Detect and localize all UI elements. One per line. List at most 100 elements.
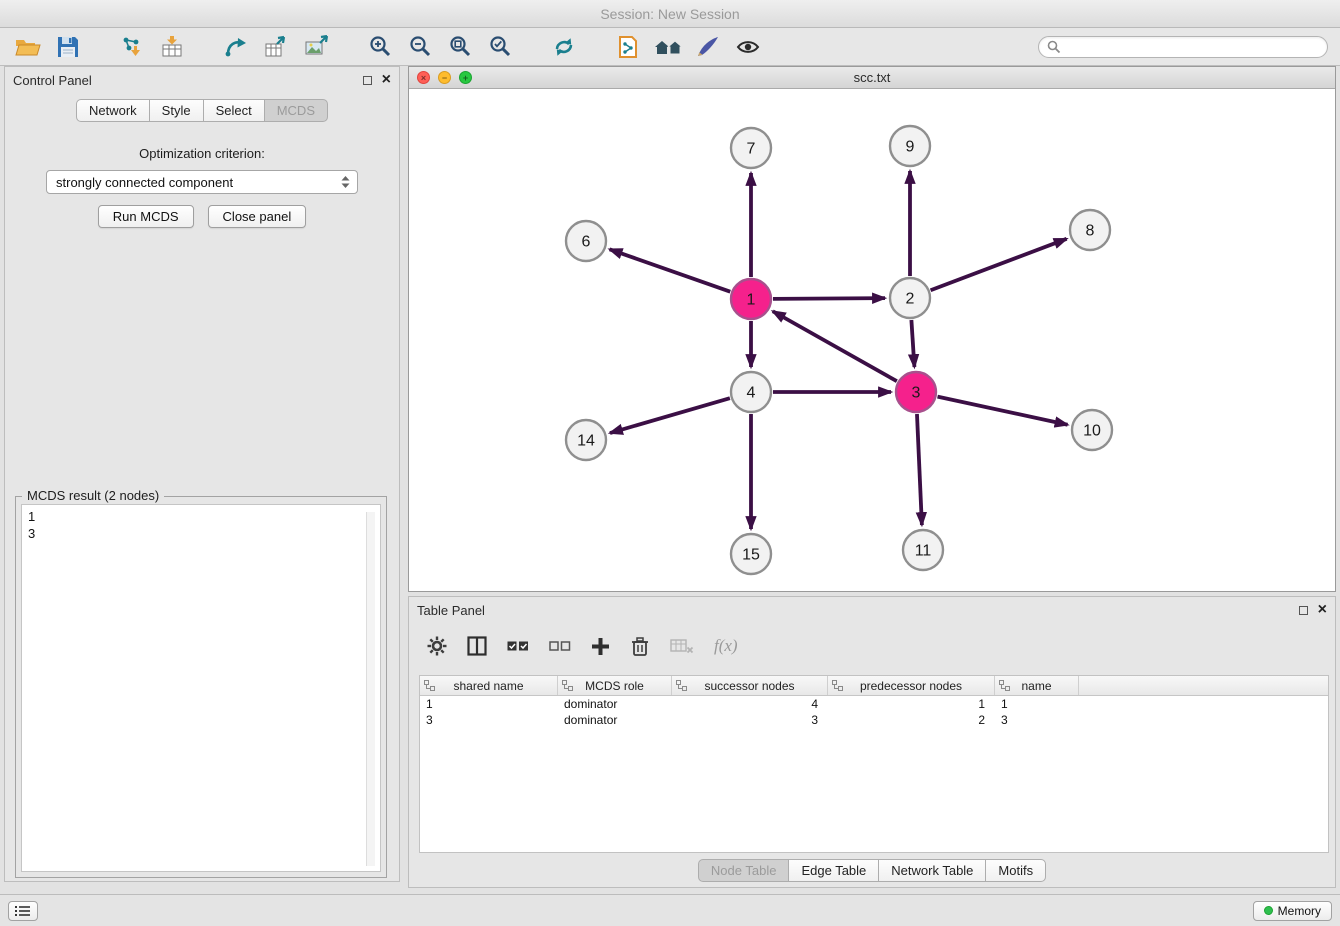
open-file-icon[interactable] (12, 32, 44, 62)
apply-style-icon[interactable] (692, 32, 724, 62)
mac-close-icon[interactable]: × (417, 71, 430, 84)
search-icon (1047, 40, 1061, 54)
tab-style[interactable]: Style (149, 99, 204, 122)
float-panel-icon[interactable] (363, 76, 372, 85)
cell-shared-name[interactable]: 1 (420, 696, 558, 712)
run-mcds-button[interactable]: Run MCDS (98, 205, 194, 228)
zoom-fit-icon[interactable] (444, 32, 476, 62)
cell-shared-name[interactable]: 3 (420, 712, 558, 728)
tab-network-table[interactable]: Network Table (878, 859, 986, 882)
node-1[interactable]: 1 (731, 279, 771, 319)
table-row[interactable]: 1 dominator 4 1 1 (420, 696, 1328, 712)
task-history-button[interactable] (8, 901, 38, 921)
node-15[interactable]: 15 (731, 534, 771, 574)
criterion-dropdown[interactable]: strongly connected component (46, 170, 358, 194)
network-window-titlebar: × − + scc.txt (409, 67, 1335, 89)
node-11[interactable]: 11 (903, 530, 943, 570)
node-3[interactable]: 3 (896, 372, 936, 412)
column-header-shared-name[interactable]: shared name (420, 676, 558, 695)
status-bar: Memory (0, 894, 1340, 926)
search-input[interactable] (1066, 39, 1319, 54)
zoom-out-icon[interactable] (404, 32, 436, 62)
edge-2-3[interactable] (911, 320, 914, 367)
node-4[interactable]: 4 (731, 372, 771, 412)
show-columns-icon[interactable] (467, 636, 487, 656)
control-panel-tabs: Network Style Select MCDS (5, 99, 399, 122)
cell-mcds-role[interactable]: dominator (558, 696, 672, 712)
result-line: 1 (28, 508, 374, 525)
tab-edge-table[interactable]: Edge Table (788, 859, 879, 882)
save-icon[interactable] (52, 32, 84, 62)
first-neighbors-icon[interactable] (652, 32, 684, 62)
cell-predecessor-nodes[interactable]: 2 (828, 712, 995, 728)
mcds-result-textarea[interactable]: 1 3 (21, 504, 381, 872)
clone-network-icon[interactable] (612, 32, 644, 62)
svg-text:8: 8 (1086, 223, 1095, 240)
apply-layout-icon[interactable] (548, 32, 580, 62)
node-8[interactable]: 8 (1070, 210, 1110, 250)
tab-network[interactable]: Network (76, 99, 150, 122)
control-panel-title: Control Panel (13, 73, 92, 88)
tab-motifs[interactable]: Motifs (985, 859, 1046, 882)
float-table-panel-icon[interactable] (1299, 606, 1308, 615)
network-window-title: scc.txt (854, 70, 891, 85)
result-line: 3 (28, 525, 374, 542)
memory-button[interactable]: Memory (1253, 901, 1332, 921)
eye-icon[interactable] (732, 32, 764, 62)
column-header-mcds-role[interactable]: MCDS role (558, 676, 672, 695)
node-9[interactable]: 9 (890, 126, 930, 166)
node-6[interactable]: 6 (566, 221, 606, 261)
svg-text:10: 10 (1083, 423, 1101, 440)
import-table-icon[interactable] (156, 32, 188, 62)
unselect-all-columns-icon[interactable] (549, 639, 571, 653)
table-settings-gear-icon[interactable] (427, 636, 447, 656)
close-table-panel-icon[interactable]: × (1318, 604, 1327, 616)
window-titlebar: Session: New Session (0, 0, 1340, 28)
control-panel-header: Control Panel × (5, 67, 399, 93)
dropdown-stepper-icon (340, 175, 351, 189)
svg-text:1: 1 (747, 292, 756, 309)
column-header-predecessor-nodes[interactable]: predecessor nodes (828, 676, 995, 695)
cell-successor-nodes[interactable]: 3 (672, 712, 828, 728)
result-scrollbar[interactable] (366, 512, 375, 866)
zoom-selected-icon[interactable] (484, 32, 516, 62)
tab-mcds[interactable]: MCDS (264, 99, 328, 122)
node-7[interactable]: 7 (731, 128, 771, 168)
cell-successor-nodes[interactable]: 4 (672, 696, 828, 712)
edge-1-6[interactable] (610, 249, 731, 291)
select-all-columns-icon[interactable] (507, 639, 529, 653)
zoom-in-icon[interactable] (364, 32, 396, 62)
cell-predecessor-nodes[interactable]: 1 (828, 696, 995, 712)
edge-3-11[interactable] (917, 414, 922, 525)
cell-name[interactable]: 3 (995, 712, 1079, 728)
edge-2-8[interactable] (931, 239, 1067, 290)
node-10[interactable]: 10 (1072, 410, 1112, 450)
export-table-icon[interactable] (260, 32, 292, 62)
import-network-icon[interactable] (116, 32, 148, 62)
cell-name[interactable]: 1 (995, 696, 1079, 712)
export-network-icon[interactable] (220, 32, 252, 62)
cell-mcds-role[interactable]: dominator (558, 712, 672, 728)
close-panel-icon[interactable]: × (382, 74, 391, 86)
mac-zoom-icon[interactable]: + (459, 71, 472, 84)
table-row[interactable]: 3 dominator 3 2 3 (420, 712, 1328, 728)
network-view-window: × − + scc.txt 7 9 6 8 1 2 4 3 14 10 15 11 (408, 66, 1336, 592)
tab-select[interactable]: Select (203, 99, 265, 122)
mac-minimize-icon[interactable]: − (438, 71, 451, 84)
delete-column-trash-icon[interactable] (630, 636, 650, 657)
edge-1-2[interactable] (773, 298, 885, 299)
column-header-name[interactable]: name (995, 676, 1079, 695)
edge-3-1[interactable] (773, 311, 897, 381)
node-2[interactable]: 2 (890, 278, 930, 318)
close-panel-button[interactable]: Close panel (208, 205, 307, 228)
export-image-icon[interactable] (300, 32, 332, 62)
edge-3-10[interactable] (938, 397, 1068, 425)
tab-node-table[interactable]: Node Table (698, 859, 790, 882)
node-14[interactable]: 14 (566, 420, 606, 460)
criterion-value: strongly connected component (56, 175, 233, 190)
search-field[interactable] (1038, 36, 1328, 58)
column-header-successor-nodes[interactable]: successor nodes (672, 676, 828, 695)
create-column-icon[interactable] (591, 637, 610, 656)
edge-4-14[interactable] (610, 398, 730, 433)
network-canvas[interactable]: 7 9 6 8 1 2 4 3 14 10 15 11 (409, 90, 1335, 591)
